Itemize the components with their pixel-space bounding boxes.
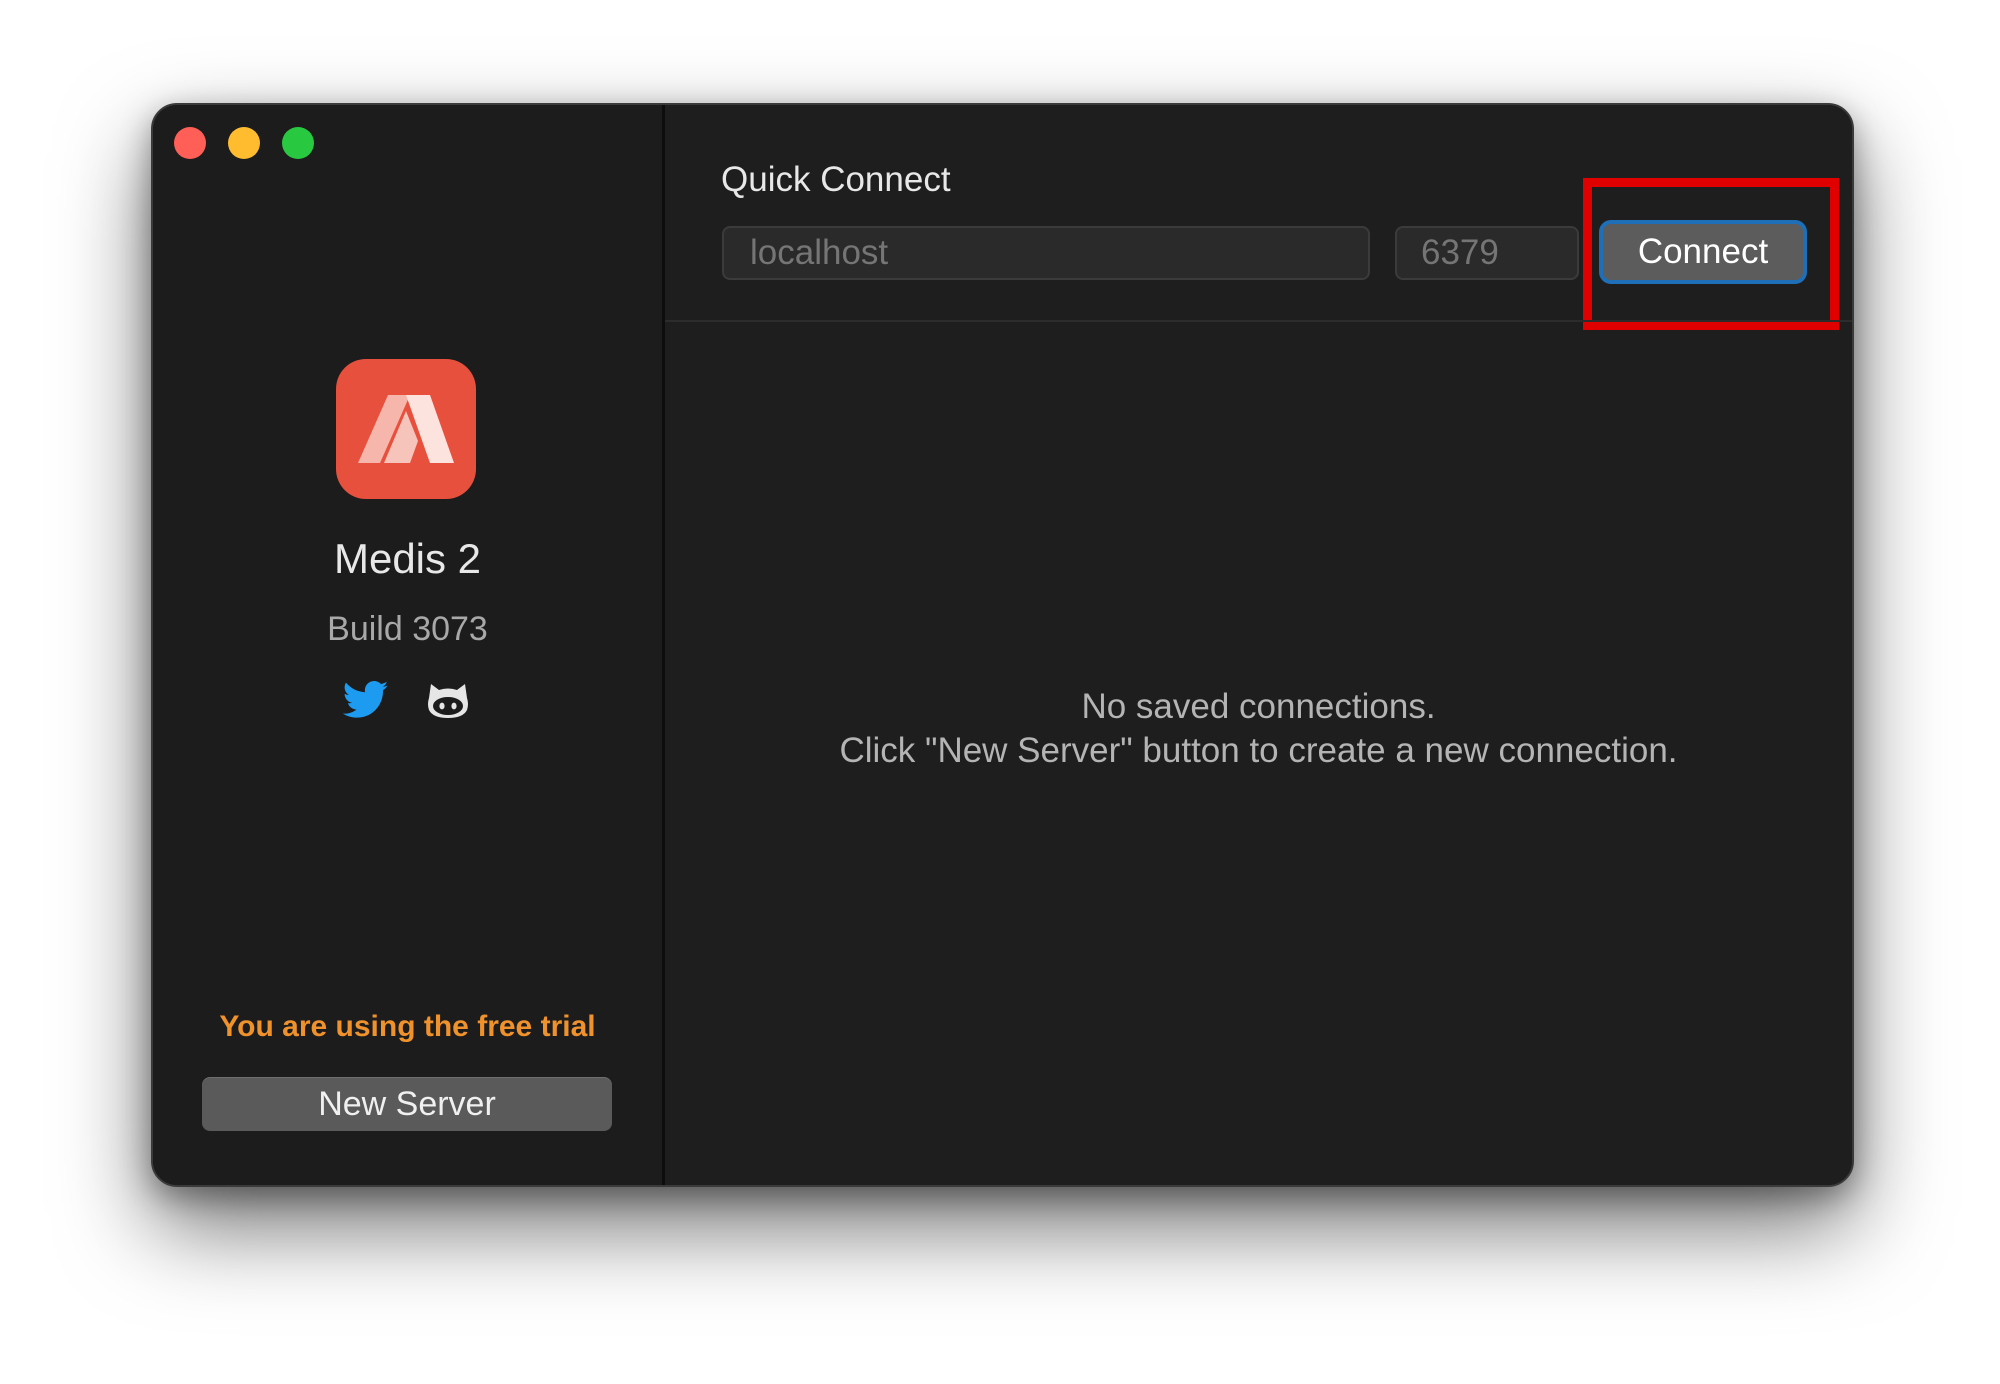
highlight-annotation [1583, 178, 1839, 330]
empty-state: No saved connections. Click "New Server"… [665, 685, 1852, 773]
empty-state-hint: Click "New Server" button to create a ne… [839, 731, 1678, 770]
quick-connect-title: Quick Connect [721, 160, 951, 199]
medis-logo-icon [336, 359, 476, 499]
close-window-button[interactable] [174, 127, 206, 159]
github-icon[interactable] [425, 678, 471, 724]
trial-notice: You are using the free trial [219, 1010, 596, 1043]
host-input[interactable] [722, 226, 1370, 280]
new-server-button[interactable]: New Server [202, 1077, 612, 1131]
port-input[interactable] [1395, 226, 1579, 280]
main-panel: Quick Connect Connect No saved connectio… [665, 105, 1852, 1185]
sidebar: Medis 2 Build 3073 You are using the fre… [153, 105, 665, 1185]
empty-state-title: No saved connections. [1081, 687, 1436, 726]
divider [665, 320, 1852, 322]
zoom-window-button[interactable] [282, 127, 314, 159]
minimize-window-button[interactable] [228, 127, 260, 159]
twitter-icon[interactable] [342, 680, 389, 722]
app-window: Medis 2 Build 3073 You are using the fre… [151, 103, 1854, 1187]
build-number: Build 3073 [327, 610, 488, 648]
app-name: Medis 2 [333, 535, 482, 582]
